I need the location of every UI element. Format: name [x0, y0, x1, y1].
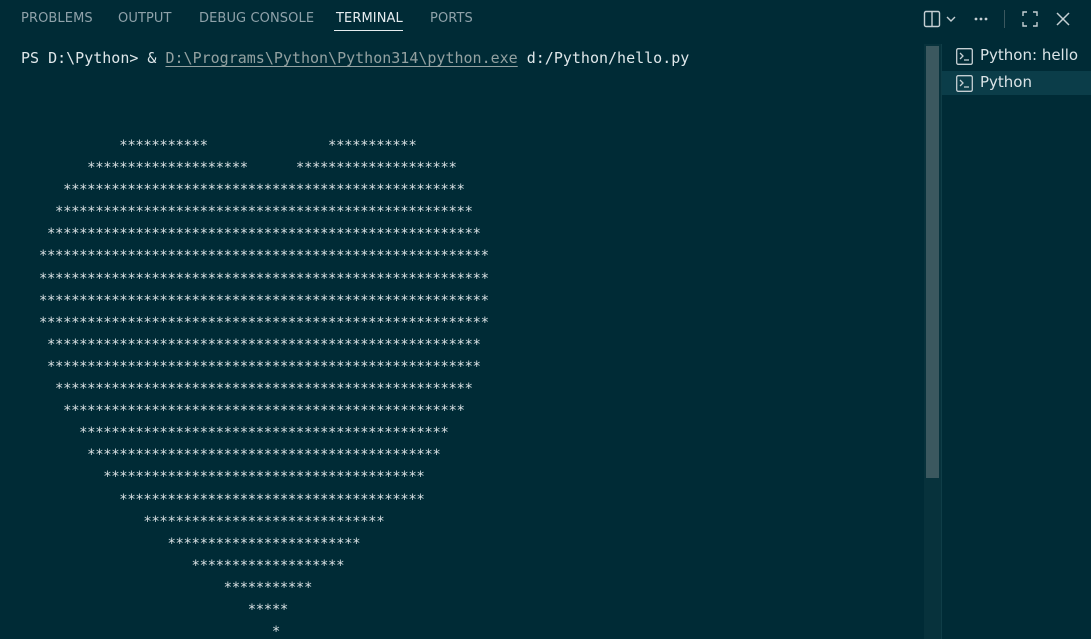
tab-debug-console[interactable]: DEBUG CONSOLE: [199, 11, 314, 26]
output-line: ****************************************…: [39, 447, 441, 464]
tab-ports[interactable]: PORTS: [430, 11, 473, 26]
output-line: ****************************************…: [39, 403, 465, 420]
output-line: ******************************: [39, 513, 385, 530]
tab-terminal[interactable]: TERMINAL: [336, 11, 403, 26]
terminal-item-python-hello[interactable]: Python: hello: [942, 44, 1091, 68]
output-line: *******************: [39, 557, 345, 574]
output-line: ************************: [39, 535, 361, 552]
terminal-panel: PROBLEMS OUTPUT DEBUG CONSOLE TERMINAL P…: [0, 0, 1091, 639]
terminal-output-area[interactable]: PS D:\Python> & D:\Programs\Python\Pytho…: [0, 38, 924, 639]
output-line: ****************************************…: [39, 204, 473, 221]
terminal-list: Python: hello Python: [941, 44, 1091, 639]
terminal-scrollbar[interactable]: [924, 44, 941, 639]
chevron-down-icon[interactable]: [943, 8, 959, 30]
output-line: ****************************************…: [39, 381, 473, 398]
output-line: ****************************************…: [39, 292, 489, 309]
output-line: **************************************: [39, 491, 425, 508]
program-output: *********** *********** ****************…: [39, 135, 489, 639]
output-line: ****************************************: [39, 469, 425, 486]
terminal-item-python[interactable]: Python: [942, 71, 1091, 95]
terminal-item-label: Python: hello: [980, 46, 1079, 64]
tab-output[interactable]: OUTPUT: [118, 11, 172, 26]
panel-tab-bar: PROBLEMS OUTPUT DEBUG CONSOLE TERMINAL P…: [0, 0, 1091, 38]
output-line: ****************************************…: [39, 270, 489, 287]
tab-problems[interactable]: PROBLEMS: [21, 11, 93, 26]
more-actions-icon[interactable]: [970, 8, 992, 30]
split-terminal-icon[interactable]: [921, 8, 943, 30]
output-line: ******************** *******************…: [39, 160, 457, 177]
active-tab-indicator: [334, 30, 403, 31]
output-line: ****************************************…: [39, 314, 489, 331]
output-line: ****************************************…: [39, 336, 481, 353]
output-line: ****************************************…: [39, 226, 481, 243]
output-line: *********** ***********: [39, 138, 417, 154]
close-panel-icon[interactable]: [1052, 8, 1074, 30]
output-line: ***********: [39, 579, 313, 596]
command-line: PS D:\Python> & D:\Programs\Python\Pytho…: [21, 49, 689, 67]
output-line: *: [39, 624, 280, 639]
output-line: ****************************************…: [39, 425, 449, 442]
toolbar-divider: [1004, 10, 1005, 28]
output-line: *****: [39, 601, 289, 618]
output-line: ****************************************…: [39, 358, 481, 375]
script-argument: d:/Python/hello.py: [517, 49, 690, 67]
maximize-panel-icon[interactable]: [1019, 8, 1041, 30]
output-line: ****************************************…: [39, 248, 489, 265]
scrollbar-thumb[interactable]: [926, 46, 939, 478]
python-exe-link[interactable]: D:\Programs\Python\Python314\python.exe: [166, 49, 518, 67]
terminal-item-label: Python: [980, 73, 1032, 91]
output-line: ****************************************…: [39, 182, 465, 199]
terminal-icon: [956, 75, 973, 92]
prompt-text: PS D:\Python> &: [21, 49, 166, 67]
terminal-icon: [956, 48, 973, 65]
